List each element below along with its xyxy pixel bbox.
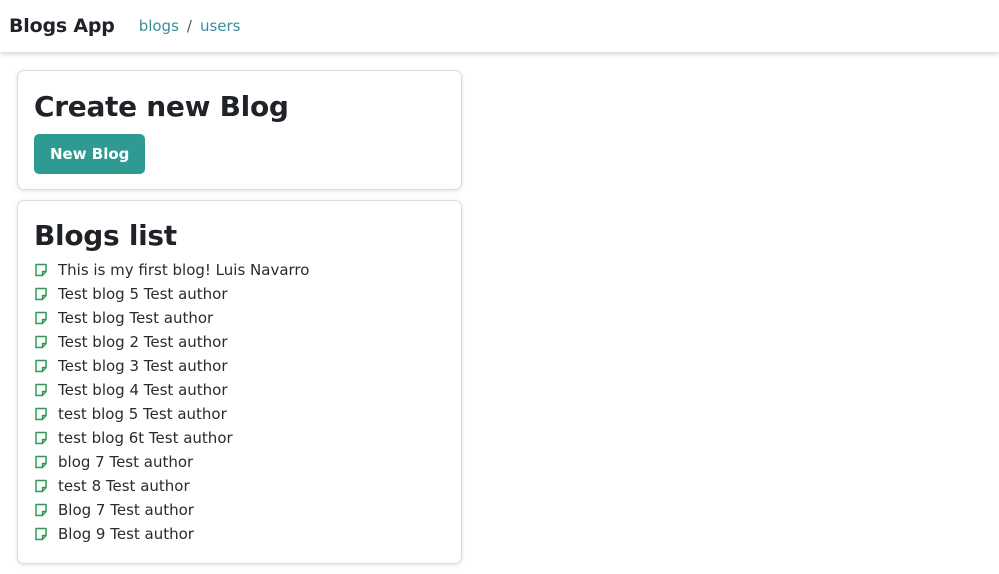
nav-link-users[interactable]: users: [200, 17, 241, 35]
sticky-note-icon: [34, 431, 48, 445]
sticky-note-icon: [34, 527, 48, 541]
blog-list-item: test blog 6t Test author: [34, 426, 445, 450]
nav-separator: /: [186, 17, 192, 35]
top-navbar: Blogs App blogs / users: [0, 0, 999, 52]
blog-list-item: Test blog 3 Test author: [34, 354, 445, 378]
blog-link[interactable]: Blog 7 Test author: [58, 501, 194, 519]
blog-link[interactable]: Test blog 5 Test author: [58, 285, 228, 303]
blog-list-item: Blog 7 Test author: [34, 498, 445, 522]
blogs-list-title: Blogs list: [34, 219, 177, 252]
sticky-note-icon: [34, 263, 48, 277]
create-blog-card: Create new Blog New Blog: [17, 70, 462, 190]
sticky-note-icon: [34, 383, 48, 397]
sticky-note-icon: [34, 479, 48, 493]
blog-list-item: blog 7 Test author: [34, 450, 445, 474]
blog-list-item: This is my first blog! Luis Navarro: [34, 258, 445, 282]
blog-link[interactable]: This is my first blog! Luis Navarro: [58, 261, 309, 279]
blog-list-item: test 8 Test author: [34, 474, 445, 498]
blog-list-item: test blog 5 Test author: [34, 402, 445, 426]
nav-link-blogs[interactable]: blogs: [139, 17, 179, 35]
blog-list-item: Test blog 4 Test author: [34, 378, 445, 402]
sticky-note-icon: [34, 287, 48, 301]
blog-list-item: Blog 9 Test author: [34, 522, 445, 546]
blog-link[interactable]: Blog 9 Test author: [58, 525, 194, 543]
create-blog-title: Create new Blog: [34, 90, 289, 123]
sticky-note-icon: [34, 455, 48, 469]
blog-link[interactable]: test blog 5 Test author: [58, 405, 227, 423]
blog-link[interactable]: Test blog 2 Test author: [58, 333, 228, 351]
sticky-note-icon: [34, 503, 48, 517]
brand-title[interactable]: Blogs App: [9, 15, 115, 37]
sticky-note-icon: [34, 359, 48, 373]
blog-link[interactable]: Test blog 4 Test author: [58, 381, 228, 399]
sticky-note-icon: [34, 407, 48, 421]
blog-link[interactable]: Test blog Test author: [58, 309, 213, 327]
blogs-list-card: Blogs list This is my first blog! Luis N…: [17, 200, 462, 564]
blog-list-item: Test blog Test author: [34, 306, 445, 330]
blog-list-item: Test blog 5 Test author: [34, 282, 445, 306]
blog-link[interactable]: Test blog 3 Test author: [58, 357, 228, 375]
nav-links: blogs / users: [139, 17, 241, 35]
blogs-list: This is my first blog! Luis Navarro Test …: [34, 258, 445, 546]
sticky-note-icon: [34, 335, 48, 349]
sticky-note-icon: [34, 311, 48, 325]
blog-list-item: Test blog 2 Test author: [34, 330, 445, 354]
blog-link[interactable]: test blog 6t Test author: [58, 429, 233, 447]
new-blog-button[interactable]: New Blog: [34, 134, 146, 174]
blog-link[interactable]: blog 7 Test author: [58, 453, 193, 471]
blog-link[interactable]: test 8 Test author: [58, 477, 190, 495]
